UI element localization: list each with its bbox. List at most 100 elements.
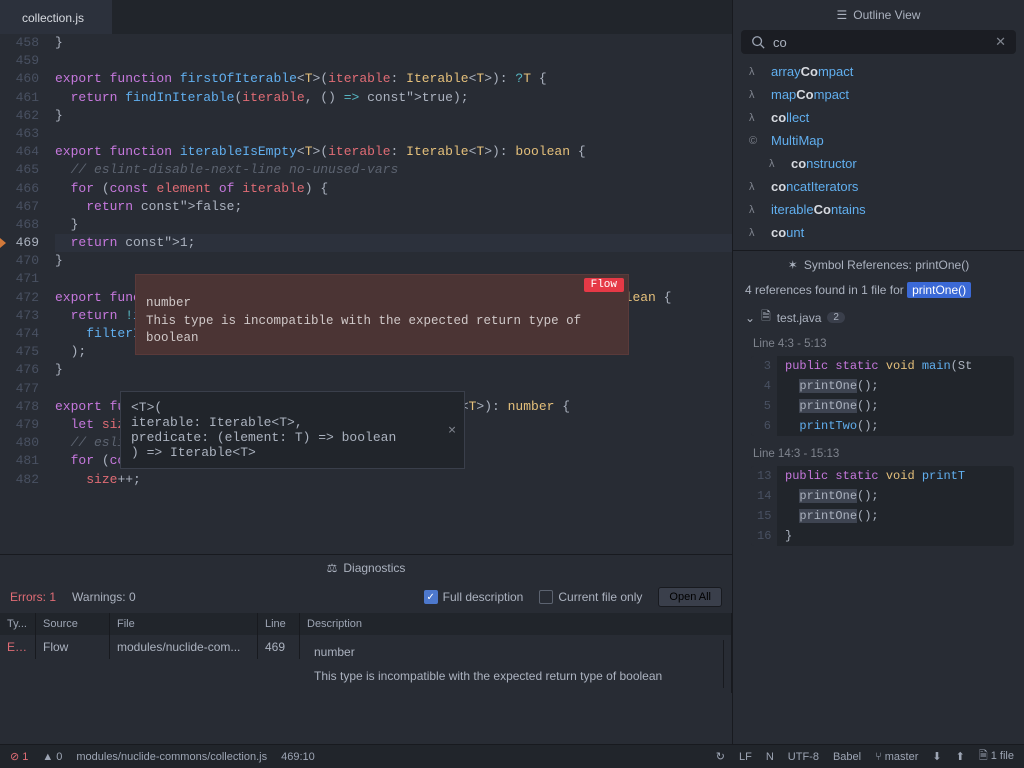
lambda-icon: λ	[769, 158, 783, 170]
refs-range-label: Line 14:3 - 15:13	[733, 444, 1024, 464]
flow-badge: Flow	[584, 278, 624, 292]
diagnostics-panel: ⚖ Diagnostics Errors: 1 Warnings: 0 ✓Ful…	[0, 554, 732, 744]
outline-item[interactable]: λarrayCompact	[741, 60, 1016, 83]
refs-range-label: Line 4:3 - 5:13	[733, 334, 1024, 354]
code-line[interactable]	[55, 125, 732, 143]
code-line[interactable]: }	[55, 252, 732, 270]
diagnostics-header: Ty... Source File Line Description	[0, 613, 732, 635]
code-line[interactable]: // eslint-disable-next-line no-unused-va…	[55, 161, 732, 179]
col-source[interactable]: Source	[36, 613, 110, 635]
outline-search-input[interactable]	[773, 35, 987, 50]
breakpoint-arrow-icon[interactable]	[0, 234, 8, 252]
outline-item[interactable]: λcollect	[741, 106, 1016, 129]
flow-error-tooltip: Flow number This type is incompatible wi…	[135, 274, 629, 355]
cell-file: modules/nuclide-com...	[110, 635, 258, 659]
cell-description: number This type is incompatible with th…	[300, 635, 732, 693]
tab-collection-js[interactable]: collection.js	[0, 0, 112, 34]
col-description[interactable]: Description	[300, 613, 732, 635]
outline-item[interactable]: λconcatIterators	[741, 175, 1016, 198]
col-file[interactable]: File	[110, 613, 258, 635]
code-line[interactable]: }	[55, 34, 732, 52]
outline-title: ☰ Outline View	[733, 0, 1024, 30]
open-all-button[interactable]: Open All	[658, 587, 722, 607]
hint-line: <T>(	[131, 400, 454, 415]
code-line[interactable]: return const">1;	[55, 234, 732, 252]
file-icon: 🗎	[761, 307, 771, 328]
lambda-icon: λ	[749, 66, 763, 78]
refs-file-header[interactable]: ⌄ 🗎 test.java 2	[733, 301, 1024, 334]
symbol-references-panel: ✶ Symbol References: printOne() 4 refere…	[733, 250, 1024, 744]
status-bar: ⊘1 ▲0 modules/nuclide-commons/collection…	[0, 744, 1024, 768]
refs-code-block[interactable]: 3public static void main(St4 printOne();…	[751, 356, 1014, 436]
code-line[interactable]: export function iterableIsEmpty<T>(itera…	[55, 143, 732, 161]
close-icon[interactable]: ✕	[448, 423, 456, 438]
cell-source: Flow	[36, 635, 110, 659]
code-line[interactable]: return findInIterable(iterable, () => co…	[55, 89, 732, 107]
diagnostics-row[interactable]: Er... Flow modules/nuclide-com... 469 nu…	[0, 635, 732, 693]
error-circle-icon: ⊘	[10, 750, 19, 763]
status-warnings[interactable]: ▲0	[42, 751, 62, 763]
outline-item[interactable]: λconstructor	[741, 152, 1016, 175]
type-hint-tooltip: <T>( iterable: Iterable<T>, predicate: (…	[120, 391, 465, 469]
code-editor[interactable]: 4584594604614624634644654664674684694704…	[0, 34, 732, 554]
status-eol[interactable]: LF	[739, 751, 752, 763]
lambda-icon: λ	[749, 204, 763, 216]
cell-type: Er...	[0, 635, 36, 659]
status-branch[interactable]: ⑂ master	[875, 751, 918, 763]
hint-line: predicate: (element: T) => boolean	[131, 430, 454, 445]
errors-count[interactable]: Errors: 1	[10, 590, 56, 604]
cell-line: 469	[258, 635, 300, 659]
outline-item[interactable]: λiterableContains	[741, 198, 1016, 221]
code-line[interactable]: }	[55, 216, 732, 234]
git-push-icon[interactable]: ⬇	[932, 750, 941, 763]
code-line[interactable]: return const">false;	[55, 198, 732, 216]
current-file-only-checkbox[interactable]: Current file only	[539, 590, 642, 604]
status-cursor[interactable]: 469:10	[281, 751, 315, 763]
code-line[interactable]: }	[55, 107, 732, 125]
status-path[interactable]: modules/nuclide-commons/collection.js	[76, 751, 267, 763]
warning-icon: ▲	[42, 751, 53, 763]
outline-item[interactable]: λmapCompact	[741, 83, 1016, 106]
outline-search[interactable]: ✕	[741, 30, 1016, 54]
lambda-icon: λ	[749, 89, 763, 101]
refs-summary: 4 references found in 1 file for printOn…	[733, 279, 1024, 301]
code-line[interactable]	[55, 52, 732, 70]
person-icon: ✶	[788, 258, 798, 272]
scales-icon: ⚖	[327, 561, 338, 575]
refs-code-block[interactable]: 13public static void printT14 printOne()…	[751, 466, 1014, 546]
full-description-checkbox[interactable]: ✓Full description	[424, 590, 524, 604]
code-line[interactable]: size++;	[55, 471, 732, 489]
col-type[interactable]: Ty...	[0, 613, 36, 635]
col-line[interactable]: Line	[258, 613, 300, 635]
status-encoding[interactable]: UTF-8	[788, 751, 819, 763]
code-line[interactable]: export function firstOfIterable<T>(itera…	[55, 70, 732, 88]
status-wrap[interactable]: N	[766, 751, 774, 763]
refs-title: ✶ Symbol References: printOne()	[733, 251, 1024, 279]
code-line[interactable]: }	[55, 361, 732, 379]
outline-panel: ☰ Outline View ✕ λarrayCompactλmapCompac…	[733, 0, 1024, 250]
chevron-down-icon: ⌄	[745, 311, 755, 325]
git-pull-icon[interactable]: ⬆	[956, 750, 965, 763]
list-icon: ☰	[837, 8, 848, 22]
error-head: number	[146, 295, 618, 313]
diagnostics-title: ⚖ Diagnostics	[0, 555, 732, 581]
refresh-icon[interactable]: ↻	[716, 750, 725, 763]
tab-bar: collection.js	[0, 0, 732, 34]
lambda-icon: ©	[749, 135, 763, 147]
error-body: This type is incompatible with the expec…	[146, 313, 618, 348]
file-icon: 🗎	[979, 750, 988, 762]
clear-icon[interactable]: ✕	[995, 34, 1006, 50]
status-grammar[interactable]: Babel	[833, 751, 861, 763]
warnings-count[interactable]: Warnings: 0	[72, 590, 136, 604]
outline-item[interactable]: λcount	[741, 221, 1016, 244]
lambda-icon: λ	[749, 181, 763, 193]
status-files[interactable]: 🗎 1 file	[979, 747, 1014, 766]
git-branch-icon: ⑂	[875, 751, 882, 763]
code-line[interactable]: for (const element of iterable) {	[55, 180, 732, 198]
lambda-icon: λ	[749, 227, 763, 239]
hint-line: iterable: Iterable<T>,	[131, 415, 454, 430]
search-icon	[751, 35, 765, 49]
hint-line: ) => Iterable<T>	[131, 445, 454, 460]
outline-item[interactable]: ©MultiMap	[741, 129, 1016, 152]
status-errors[interactable]: ⊘1	[10, 750, 28, 763]
